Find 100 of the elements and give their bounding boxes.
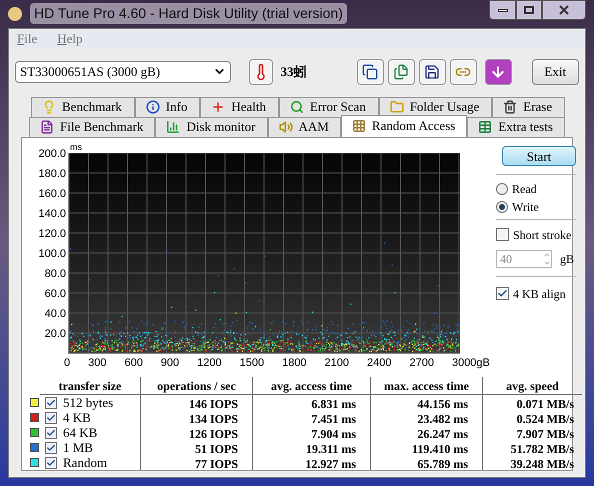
table-icon [478, 120, 492, 134]
app-icon [8, 6, 22, 21]
menu-item[interactable]: Help [57, 28, 83, 48]
column-header: transfer size [40, 377, 140, 395]
tab[interactable]: Random Access [340, 114, 468, 136]
table-cell: 23.482 ms [370, 410, 482, 425]
window-title: HD Tune Pro 4.60 - Hard Disk Utility (trial version) [30, 3, 347, 24]
table-cell: 134 IOPS [140, 410, 252, 425]
x-axis-label: 3000gB [452, 356, 490, 370]
radio-option[interactable]: Write [496, 198, 576, 214]
y-axis-label: 120.0 [38, 228, 67, 242]
checkbox[interactable] [45, 442, 57, 454]
table-cell: 7.907 MB/s [482, 425, 582, 440]
x-axis-label: 300 [88, 356, 106, 370]
column-header: max. access time [370, 377, 482, 395]
unit-label: gB [560, 250, 574, 268]
scatter-icon [352, 119, 366, 133]
table-cell: 0.524 MB/s [482, 410, 582, 425]
toolbar-button[interactable] [356, 58, 384, 84]
x-axis-label: 2400 [367, 356, 392, 370]
x-axis-label: 2100 [324, 356, 350, 370]
y-axis-label: 100.0 [38, 248, 67, 262]
toolbar-button[interactable] [388, 58, 414, 84]
table-cell: 7.904 ms [252, 425, 370, 440]
tab[interactable]: Benchmark [31, 96, 135, 116]
x-axis-label: 900 [160, 356, 180, 370]
tab[interactable]: Extra tests [467, 116, 565, 136]
checkbox[interactable] [496, 287, 509, 300]
table-cell: 65.789 ms [370, 455, 482, 470]
close-button[interactable] [542, 0, 586, 20]
radio-button[interactable] [496, 200, 508, 212]
tab[interactable]: File Benchmark [29, 116, 156, 136]
x-axis-label: 600 [124, 356, 143, 370]
column-header: avg. access time [252, 377, 370, 395]
folder-icon [390, 100, 404, 114]
trash-icon [503, 100, 518, 114]
tab[interactable]: Health [200, 96, 279, 116]
speaker-icon [278, 120, 293, 134]
checkbox[interactable] [45, 456, 57, 468]
bar-chart-icon [166, 120, 180, 134]
table-cell: 126 IOPS [140, 425, 252, 440]
file-icon [40, 120, 54, 134]
table-cell: 146 IOPS [140, 395, 252, 410]
y-axis-label: 20.0 [44, 328, 67, 342]
table-cell: 19.311 ms [252, 440, 370, 455]
files-icon [393, 64, 409, 80]
y-axis-label: 200.0 [38, 148, 67, 162]
x-axis-label: 0 [64, 356, 70, 370]
table-cell: 26.247 ms [370, 425, 482, 440]
table-cell: 119.410 ms [370, 440, 482, 455]
tab[interactable]: Folder Usage [378, 96, 492, 116]
y-axis-label: 80.0 [44, 268, 67, 282]
info-icon [146, 100, 160, 114]
table-cell: 0.071 MB/s [482, 395, 582, 410]
table-cell-text: 512 bytes [63, 394, 114, 412]
copy-icon [362, 64, 378, 80]
y-axis-label: 140.0 [38, 208, 67, 222]
start-button[interactable]: Start [502, 146, 576, 166]
y-axis-label: 160.0 [38, 188, 67, 202]
table-cell: 12.927 ms [252, 455, 370, 470]
close-icon [559, 5, 569, 15]
x-axis-label: 1500 [240, 356, 264, 370]
exit-button[interactable]: Exit [532, 58, 579, 84]
table-cell: 7.451 ms [252, 410, 370, 425]
checkbox[interactable] [45, 396, 57, 408]
x-axis-label: 1800 [282, 356, 307, 370]
column-header: avg. speed [482, 377, 582, 395]
tab[interactable]: Disk monitor [155, 116, 268, 136]
maximize-button[interactable] [516, 0, 542, 20]
tab[interactable]: Info [134, 96, 200, 116]
tab[interactable]: AAM [268, 116, 341, 136]
table-cell: 6.831 ms [252, 395, 370, 410]
magnifier-icon [290, 100, 304, 114]
table-cell: 77 IOPS [140, 455, 252, 470]
table-cell: 39.248 MB/s [482, 455, 582, 470]
checkbox[interactable] [45, 426, 57, 438]
radio-option[interactable]: Read [496, 180, 576, 196]
cross-icon [211, 100, 226, 114]
y-axis-label: 60.0 [44, 288, 67, 302]
y-axis-label: 180.0 [38, 168, 67, 182]
checkbox[interactable] [45, 412, 57, 424]
thermometer-button[interactable] [248, 58, 272, 84]
table-cell: 51.782 MB/s [482, 440, 582, 455]
menu-item[interactable]: File [17, 28, 38, 48]
checkbox-label: Short stroke [513, 226, 572, 244]
radio-button[interactable] [496, 182, 508, 194]
toolbar-button[interactable] [418, 58, 446, 84]
minimize-button[interactable] [489, 0, 516, 20]
drive-dropdown[interactable]: ST33000651AS (3000 gB) [15, 60, 231, 82]
x-axis-label: 1200 [197, 356, 222, 370]
table-cell: 44.156 ms [370, 395, 482, 410]
download-button[interactable] [484, 58, 512, 84]
tab[interactable]: Erase [492, 96, 566, 116]
size-spinner[interactable]: 40 [496, 250, 552, 268]
tab[interactable]: Error Scan [278, 96, 379, 116]
temperature-reading: 33蚓 [280, 62, 306, 81]
checkbox[interactable] [496, 228, 509, 241]
x-axis-label: 2700 [409, 356, 434, 370]
bulb-icon [42, 100, 56, 114]
column-header: operations / sec [140, 377, 252, 395]
